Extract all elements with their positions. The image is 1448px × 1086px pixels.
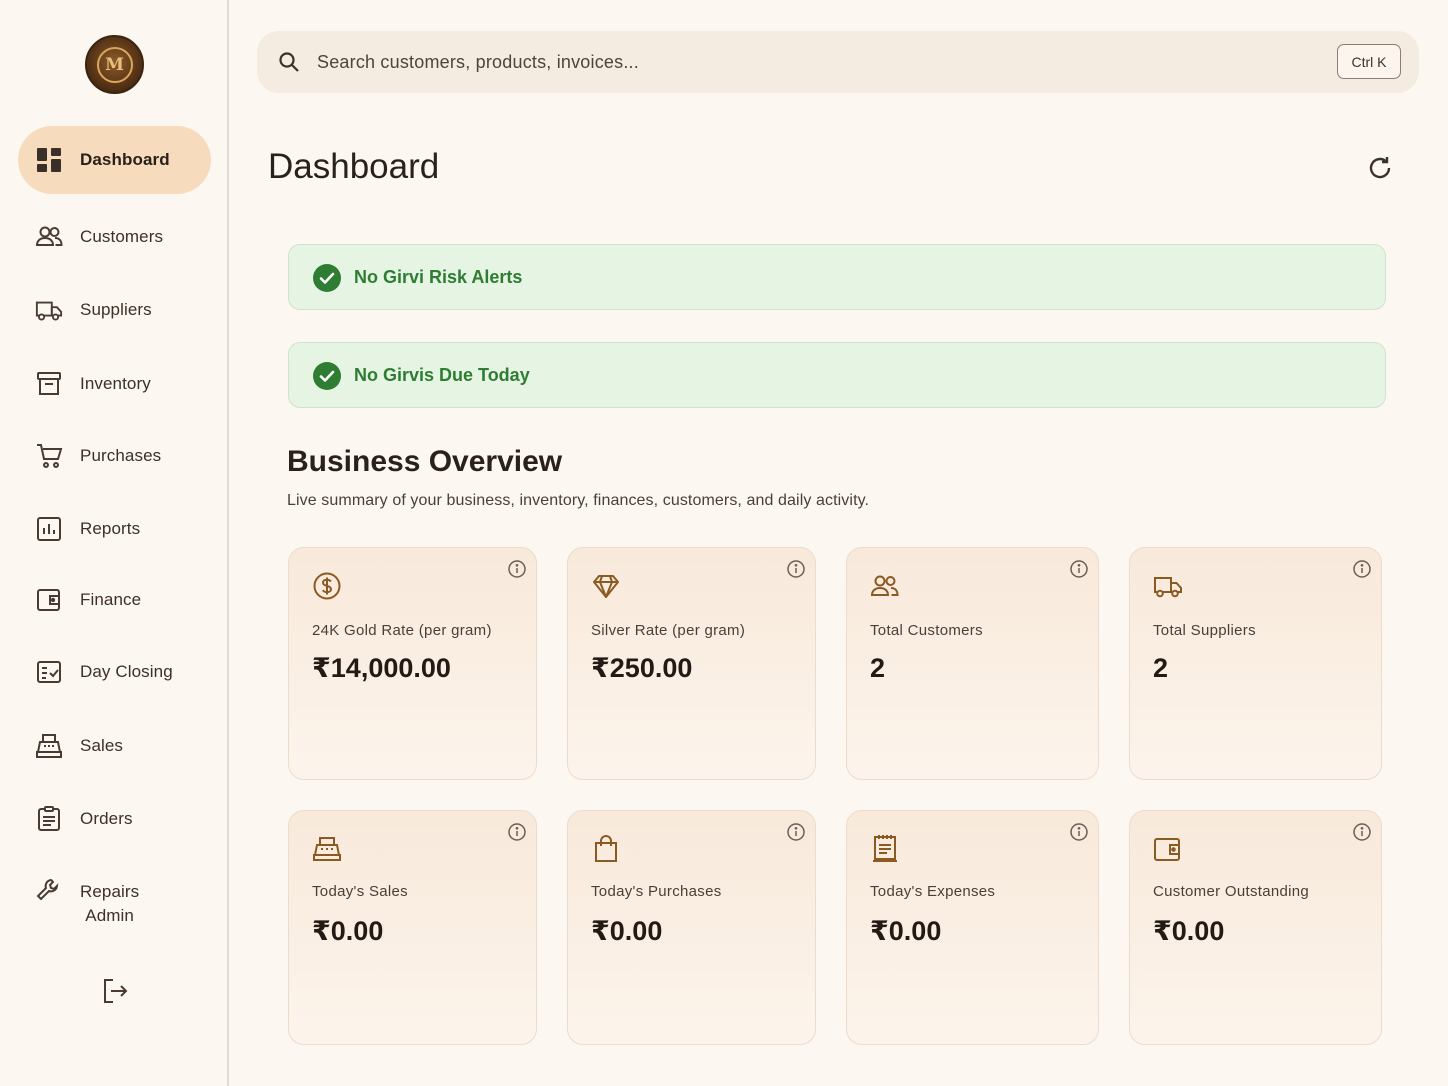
shortcut-badge: Ctrl K — [1337, 44, 1401, 79]
sidebar-item-label: Suppliers — [80, 300, 152, 319]
sidebar-item-day-closing[interactable]: Day Closing — [18, 638, 211, 706]
sidebar-item-label: Repairs Admin — [80, 880, 139, 928]
stat-card-todays-expenses[interactable]: Today's Expenses ₹0.00 — [846, 810, 1099, 1045]
truck-icon — [35, 296, 63, 324]
brand-logo[interactable]: M — [85, 35, 144, 94]
card-label: Total Suppliers — [1153, 622, 1256, 639]
wallet-icon — [35, 586, 63, 614]
receipt-icon — [869, 833, 901, 865]
sidebar-item-inventory[interactable]: Inventory — [18, 350, 211, 418]
stat-card-todays-sales[interactable]: Today's Sales ₹0.00 — [288, 810, 537, 1045]
card-value: 2 — [1153, 653, 1169, 683]
wallet-icon — [1152, 833, 1184, 865]
sidebar-item-label-line2: Admin — [85, 906, 134, 925]
shopping-bag-icon — [590, 833, 622, 865]
stat-card-todays-purchases[interactable]: Today's Purchases ₹0.00 — [567, 810, 816, 1045]
sidebar-item-label: Sales — [80, 736, 124, 755]
card-value: ₹0.00 — [870, 916, 942, 946]
info-icon[interactable] — [507, 559, 527, 579]
sidebar-item-repairs-admin[interactable]: Repairs Admin — [18, 870, 211, 938]
info-icon[interactable] — [1069, 822, 1089, 842]
alert-girvis-due: No Girvis Due Today — [288, 342, 1386, 408]
info-icon[interactable] — [786, 822, 806, 842]
checklist-icon — [35, 658, 63, 686]
sidebar-item-finance[interactable]: Finance — [18, 566, 211, 634]
refresh-icon[interactable] — [1365, 153, 1395, 183]
sidebar-item-dashboard[interactable]: Dashboard — [18, 126, 211, 194]
sidebar-item-label: Inventory — [80, 374, 151, 393]
sidebar-item-label: Purchases — [80, 446, 162, 465]
stat-card-silver-rate[interactable]: Silver Rate (per gram) ₹250.00 — [567, 547, 816, 780]
users-icon — [869, 570, 901, 602]
sidebar-item-label: Reports — [80, 519, 141, 538]
info-icon[interactable] — [507, 822, 527, 842]
app-root: M Dashboard Customers Suppliers Inventor — [0, 0, 1448, 1086]
cart-icon — [35, 442, 63, 470]
stat-card-total-customers[interactable]: Total Customers 2 — [846, 547, 1099, 780]
card-value: ₹14,000.00 — [312, 653, 451, 683]
search-bar: Ctrl K — [257, 31, 1419, 93]
info-icon[interactable] — [1352, 559, 1372, 579]
wrench-icon — [35, 876, 63, 904]
dollar-coin-icon — [311, 570, 343, 602]
diamond-icon — [590, 570, 622, 602]
logo-monogram: M — [96, 46, 133, 83]
sidebar-item-label: Finance — [80, 590, 142, 609]
clipboard-icon — [35, 805, 63, 833]
card-label: 24K Gold Rate (per gram) — [312, 622, 492, 639]
sidebar-item-sales[interactable]: Sales — [18, 712, 211, 780]
sidebar-item-reports[interactable]: Reports — [18, 495, 211, 563]
sidebar-item-label: Dashboard — [80, 150, 170, 169]
page-title: Dashboard — [268, 147, 440, 186]
card-label: Today's Sales — [312, 883, 408, 900]
cash-register-icon — [35, 732, 63, 760]
info-icon[interactable] — [786, 559, 806, 579]
card-value: ₹250.00 — [591, 653, 693, 683]
users-icon — [35, 223, 63, 251]
card-value: ₹0.00 — [312, 916, 384, 946]
cash-register-icon — [311, 833, 343, 865]
sidebar-item-label-line1: Repairs — [80, 882, 140, 901]
card-label: Today's Expenses — [870, 883, 996, 900]
check-circle-icon — [313, 264, 341, 292]
card-value: ₹0.00 — [591, 916, 663, 946]
section-title: Business Overview — [287, 445, 563, 478]
card-value: ₹0.00 — [1153, 916, 1225, 946]
section-subtitle: Live summary of your business, inventory… — [287, 492, 870, 509]
card-label: Silver Rate (per gram) — [591, 622, 746, 639]
sidebar-item-purchases[interactable]: Purchases — [18, 422, 211, 490]
sidebar-item-orders[interactable]: Orders — [18, 785, 211, 853]
sidebar-item-suppliers[interactable]: Suppliers — [18, 276, 211, 344]
alert-girvi-risk: No Girvi Risk Alerts — [288, 244, 1386, 310]
sidebar: M Dashboard Customers Suppliers Inventor — [0, 0, 229, 1086]
info-icon[interactable] — [1352, 822, 1372, 842]
archive-box-icon — [35, 370, 63, 398]
card-label: Customer Outstanding — [1153, 883, 1310, 900]
alert-text: No Girvi Risk Alerts — [354, 266, 523, 287]
sidebar-item-label: Day Closing — [80, 662, 173, 681]
info-icon[interactable] — [1069, 559, 1089, 579]
truck-icon — [1152, 570, 1184, 602]
alert-text: No Girvis Due Today — [354, 364, 530, 385]
card-label: Today's Purchases — [591, 883, 722, 900]
stat-card-customer-outstanding[interactable]: Customer Outstanding ₹0.00 — [1129, 810, 1382, 1045]
logout-icon[interactable] — [100, 976, 130, 1006]
search-input[interactable] — [317, 45, 1217, 79]
card-value: 2 — [870, 653, 886, 683]
check-circle-icon — [313, 362, 341, 390]
stat-card-total-suppliers[interactable]: Total Suppliers 2 — [1129, 547, 1382, 780]
card-label: Total Customers — [870, 622, 983, 639]
sidebar-item-label: Customers — [80, 227, 164, 246]
sidebar-item-label: Orders — [80, 809, 133, 828]
stat-card-gold-rate[interactable]: 24K Gold Rate (per gram) ₹14,000.00 — [288, 547, 537, 780]
dashboard-icon — [35, 146, 63, 174]
search-icon[interactable] — [277, 50, 301, 74]
bar-chart-icon — [35, 515, 63, 543]
sidebar-item-customers[interactable]: Customers — [18, 203, 211, 271]
